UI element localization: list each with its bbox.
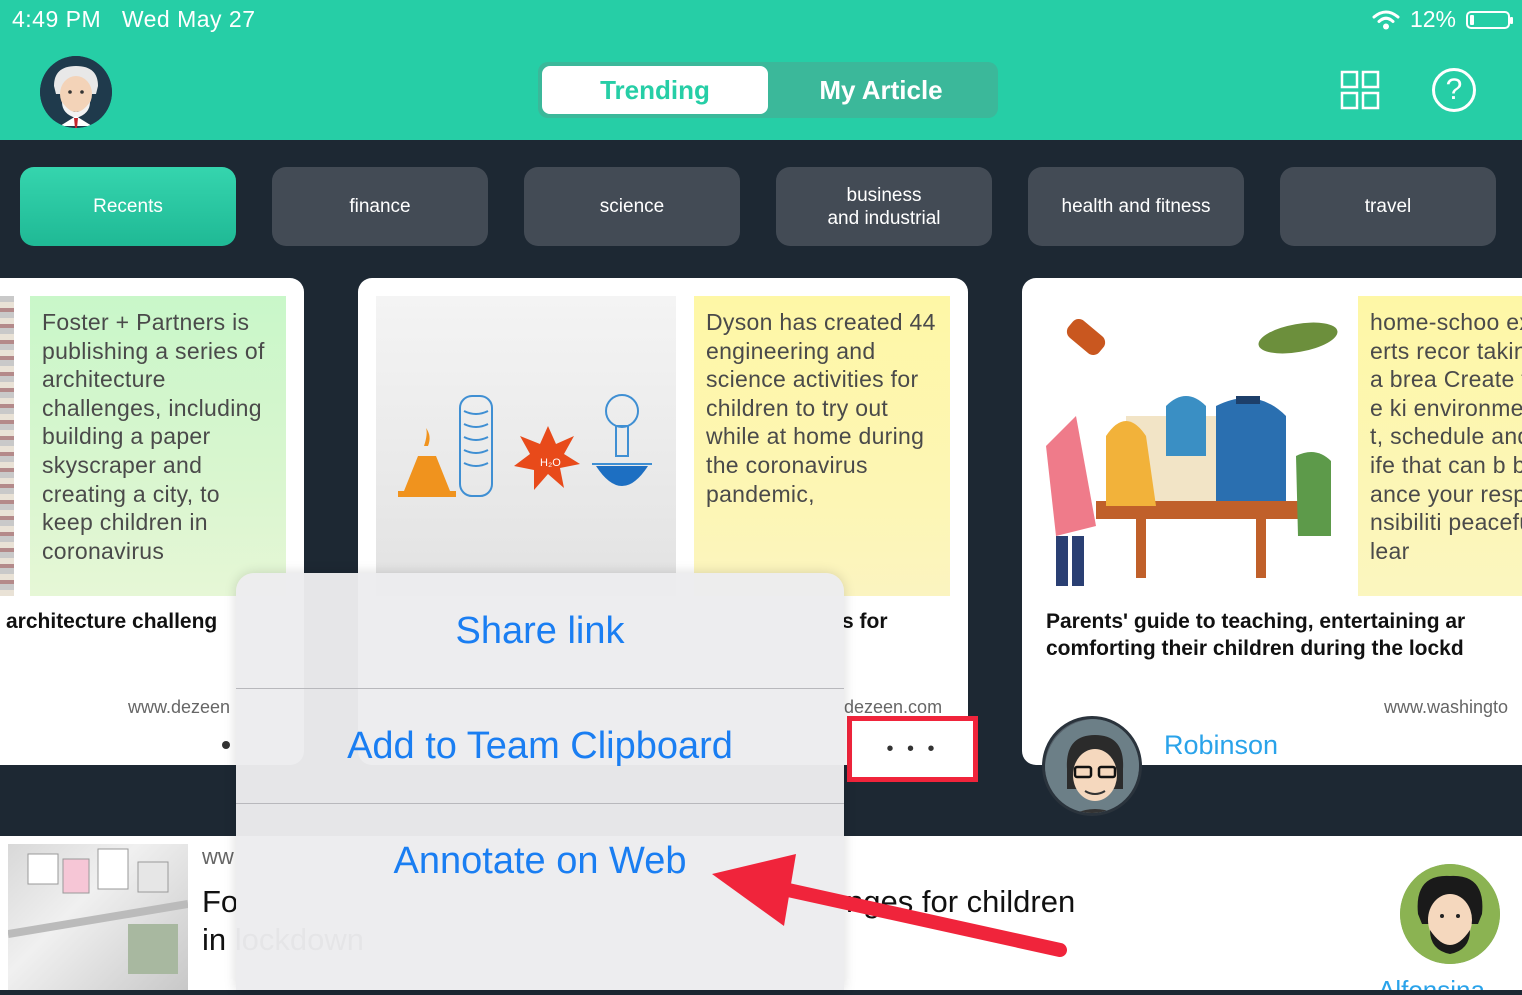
list-item-thumbnail (7, 844, 189, 990)
status-time-text: 4:49 PM (12, 6, 102, 32)
category-finance[interactable]: finance (272, 167, 488, 246)
card-author[interactable]: Robinson (1164, 730, 1278, 761)
status-time: 4:49 PM Wed May 27 (12, 6, 256, 33)
tab-trending[interactable]: Trending (542, 66, 768, 114)
user-avatar[interactable] (40, 56, 112, 128)
city-model-icon (7, 848, 189, 974)
science-illustration-icon: H₂O (398, 394, 652, 497)
help-icon[interactable]: ? (1432, 68, 1476, 112)
status-indicators: 12% (1372, 6, 1513, 33)
author-face-icon (1045, 719, 1139, 813)
more-dot (222, 741, 230, 749)
card-thumbnail (0, 296, 14, 596)
card-summary-note: Dyson has created 44 engineering and sci… (694, 296, 950, 596)
card-summary-note: Foster + Partners is publishing a series… (30, 296, 286, 596)
card-title: s for (842, 610, 888, 633)
card-title-line-2: comforting their children during the loc… (1046, 637, 1464, 660)
battery-percent: 12% (1409, 6, 1456, 32)
author-avatar[interactable] (1042, 716, 1142, 816)
category-science[interactable]: science (524, 167, 740, 246)
status-date-text: Wed May 27 (121, 6, 256, 32)
category-business-industrial[interactable]: business and industrial (776, 167, 992, 246)
card-thumbnail (1036, 296, 1346, 596)
family-illustration-icon (1046, 318, 1338, 586)
list-item-author[interactable]: Alfonsina (1378, 976, 1485, 990)
add-to-team-clipboard-option[interactable]: Add to Team Clipboard (236, 689, 844, 803)
more-options-button[interactable]: • • • (847, 716, 978, 782)
red-arrow-annotation (712, 854, 1067, 957)
category-travel[interactable]: travel (1280, 167, 1496, 246)
list-item-title-start: Fo (202, 884, 239, 919)
list-item-source: ww (202, 844, 234, 869)
article-card[interactable]: home-schoo experts recor taking a brea C… (1022, 278, 1522, 765)
tab-my-article[interactable]: My Article (768, 66, 994, 114)
category-recents[interactable]: Recents (20, 167, 236, 246)
h2o-label: H₂O (540, 457, 561, 469)
card-thumbnail: H₂O (376, 296, 676, 596)
author-face-icon (1400, 864, 1500, 964)
card-source: www.washingto (1384, 697, 1509, 717)
grid-icon[interactable] (1340, 70, 1380, 110)
share-link-option[interactable]: Share link (236, 574, 844, 688)
author-avatar[interactable] (1400, 864, 1500, 964)
avatar-face-icon (40, 56, 112, 128)
category-health-fitness[interactable]: health and fitness (1028, 167, 1244, 246)
card-source: dezeen.com (844, 697, 943, 717)
card-source: www.dezeen (128, 697, 231, 717)
view-switcher: Trending My Article (538, 62, 998, 118)
card-title-line-1: Parents' guide to teaching, entertaining… (1046, 610, 1466, 633)
card-summary-note: home-schoo experts recor taking a brea C… (1358, 296, 1522, 596)
battery-icon (1466, 10, 1513, 29)
more-dots-icon: • • • (886, 737, 939, 760)
wifi-icon (1372, 10, 1400, 29)
